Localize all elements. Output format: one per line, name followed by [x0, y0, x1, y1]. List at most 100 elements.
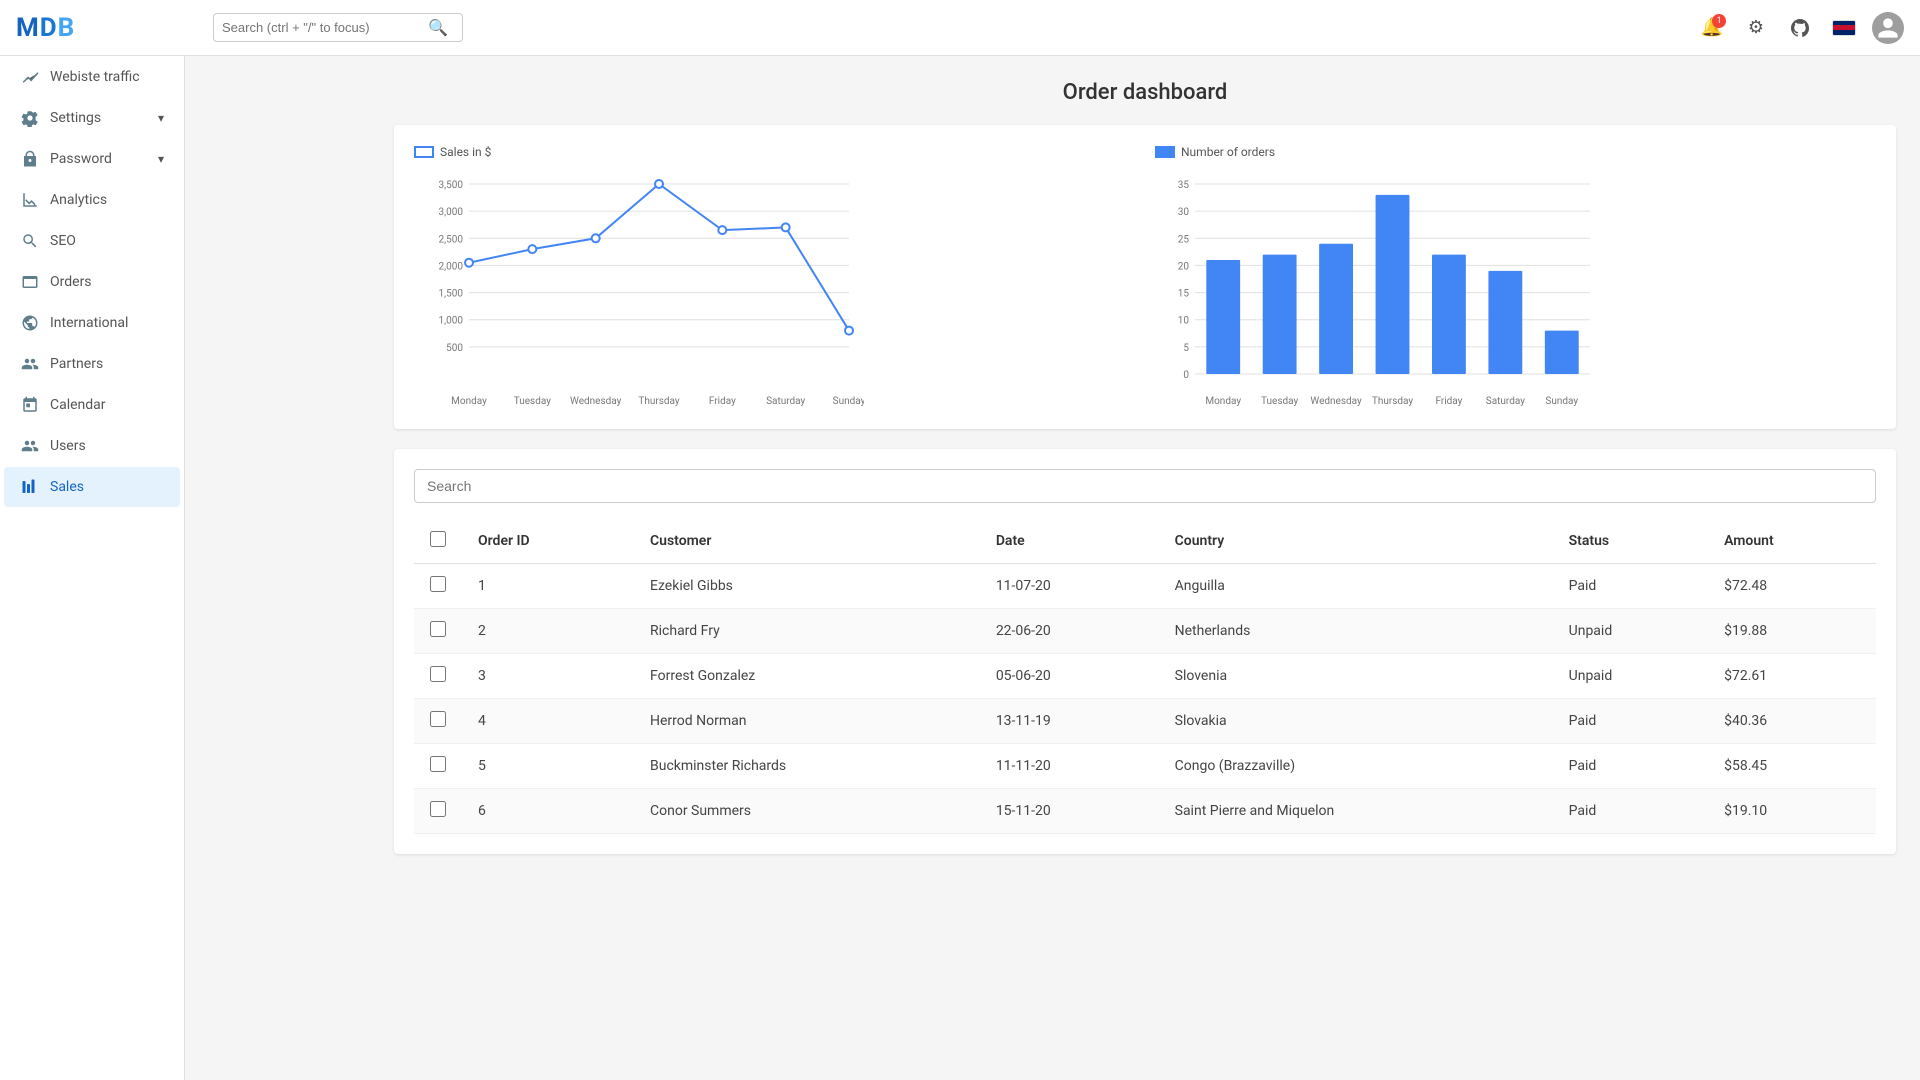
svg-text:0: 0 [1183, 370, 1189, 381]
row-country: Saint Pierre and Miquelon [1159, 789, 1553, 834]
sidebar-item-calendar[interactable]: Calendar [4, 385, 180, 425]
row-checkbox-cell [414, 654, 462, 699]
sidebar-item-label-users: Users [50, 438, 86, 454]
github-icon[interactable] [1784, 12, 1816, 44]
search-input[interactable] [222, 20, 422, 35]
sidebar-item-settings[interactable]: Settings▾ [4, 98, 180, 138]
svg-text:Saturday: Saturday [766, 396, 805, 407]
row-checkbox[interactable] [430, 621, 446, 637]
row-checkbox[interactable] [430, 666, 446, 682]
row-order-id: 5 [462, 744, 634, 789]
orders-icon [20, 272, 40, 292]
seo-icon [20, 231, 40, 251]
row-checkbox-cell [414, 609, 462, 654]
row-checkbox-cell [414, 789, 462, 834]
website-traffic-icon [20, 67, 40, 87]
sidebar-item-international[interactable]: International [4, 303, 180, 343]
orders-table: Order IDCustomerDateCountryStatusAmount … [414, 519, 1876, 834]
col-header-4: Country [1159, 519, 1553, 564]
line-chart-wrapper: Sales in $ 5001,0001,5002,0002,5003,0003… [414, 145, 1135, 409]
chevron-down-icon: ▾ [158, 152, 164, 166]
settings-icon [20, 108, 40, 128]
col-header-6: Amount [1708, 519, 1876, 564]
settings-icon[interactable]: ⚙ [1740, 12, 1772, 44]
table-row: 1Ezekiel Gibbs11-07-20AnguillaPaid$72.48 [414, 564, 1876, 609]
sidebar-item-analytics[interactable]: Analytics [4, 180, 180, 220]
row-status: Unpaid [1553, 609, 1708, 654]
sidebar-item-orders[interactable]: Orders [4, 262, 180, 302]
col-header-1: Order ID [462, 519, 634, 564]
svg-text:2,500: 2,500 [439, 234, 464, 245]
password-icon [20, 149, 40, 169]
svg-text:Friday: Friday [1435, 396, 1462, 407]
row-amount: $72.61 [1708, 654, 1876, 699]
partners-icon [20, 354, 40, 374]
svg-text:Sunday: Sunday [833, 396, 864, 407]
sidebar-item-label-seo: SEO [50, 233, 76, 249]
svg-text:Thursday: Thursday [1372, 396, 1414, 407]
svg-text:30: 30 [1178, 207, 1190, 218]
notification-badge: 1 [1712, 14, 1726, 28]
sidebar-item-users[interactable]: Users [4, 426, 180, 466]
page-title: Order dashboard [394, 80, 1896, 105]
svg-text:3,000: 3,000 [439, 207, 464, 218]
avatar[interactable] [1872, 12, 1904, 44]
row-checkbox[interactable] [430, 576, 446, 592]
row-customer: Forrest Gonzalez [634, 654, 980, 699]
row-status: Paid [1553, 699, 1708, 744]
row-country: Slovenia [1159, 654, 1553, 699]
row-date: 11-07-20 [980, 564, 1159, 609]
row-country: Congo (Brazzaville) [1159, 744, 1553, 789]
row-checkbox[interactable] [430, 801, 446, 817]
row-date: 13-11-19 [980, 699, 1159, 744]
topbar: MDB 🔍 🔔 1 ⚙ [0, 0, 1920, 56]
row-order-id: 4 [462, 699, 634, 744]
search-icon[interactable]: 🔍 [428, 18, 448, 37]
row-amount: $40.36 [1708, 699, 1876, 744]
svg-text:Wednesday: Wednesday [570, 396, 622, 407]
row-checkbox[interactable] [430, 756, 446, 772]
orders-table-container: Order IDCustomerDateCountryStatusAmount … [394, 449, 1896, 854]
svg-text:1,000: 1,000 [439, 316, 464, 327]
chevron-down-icon: ▾ [158, 111, 164, 125]
svg-text:Sunday: Sunday [1545, 396, 1578, 407]
table-row: 4Herrod Norman13-11-19SlovakiaPaid$40.36 [414, 699, 1876, 744]
sidebar-item-seo[interactable]: SEO [4, 221, 180, 261]
row-amount: $19.88 [1708, 609, 1876, 654]
sidebar-item-website-traffic[interactable]: Webiste traffic [4, 57, 180, 97]
row-checkbox[interactable] [430, 711, 446, 727]
svg-text:1,500: 1,500 [439, 289, 464, 300]
row-country: Netherlands [1159, 609, 1553, 654]
sales-icon [20, 477, 40, 497]
analytics-icon [20, 190, 40, 210]
sidebar-item-label-analytics: Analytics [50, 192, 107, 208]
row-status: Paid [1553, 744, 1708, 789]
sidebar: MDB Webiste trafficSettings▾Password▾Ana… [0, 0, 185, 1080]
select-all-checkbox[interactable] [430, 531, 446, 547]
row-order-id: 2 [462, 609, 634, 654]
line-chart-legend: Sales in $ [414, 145, 1135, 159]
international-icon [20, 313, 40, 333]
users-icon [20, 436, 40, 456]
table-search-input[interactable] [414, 469, 1876, 503]
row-customer: Herrod Norman [634, 699, 980, 744]
svg-text:500: 500 [446, 343, 463, 354]
notification-icon[interactable]: 🔔 1 [1696, 12, 1728, 44]
table-row: 6Conor Summers15-11-20Saint Pierre and M… [414, 789, 1876, 834]
svg-text:5: 5 [1183, 343, 1189, 354]
sidebar-item-sales[interactable]: Sales [4, 467, 180, 507]
row-customer: Richard Fry [634, 609, 980, 654]
col-header-0 [414, 519, 462, 564]
bar-legend-label: Number of orders [1181, 145, 1275, 159]
bar-chart-svg: 05101520253035MondayTuesdayWednesdayThur… [1155, 169, 1605, 409]
sidebar-item-partners[interactable]: Partners [4, 344, 180, 384]
row-checkbox-cell [414, 699, 462, 744]
row-date: 15-11-20 [980, 789, 1159, 834]
topbar-actions: 🔔 1 ⚙ [1696, 12, 1904, 44]
sidebar-item-password[interactable]: Password▾ [4, 139, 180, 179]
flag-icon[interactable] [1828, 12, 1860, 44]
row-date: 11-11-20 [980, 744, 1159, 789]
svg-text:10: 10 [1178, 316, 1190, 327]
svg-text:15: 15 [1178, 289, 1190, 300]
svg-text:Monday: Monday [1205, 396, 1241, 407]
